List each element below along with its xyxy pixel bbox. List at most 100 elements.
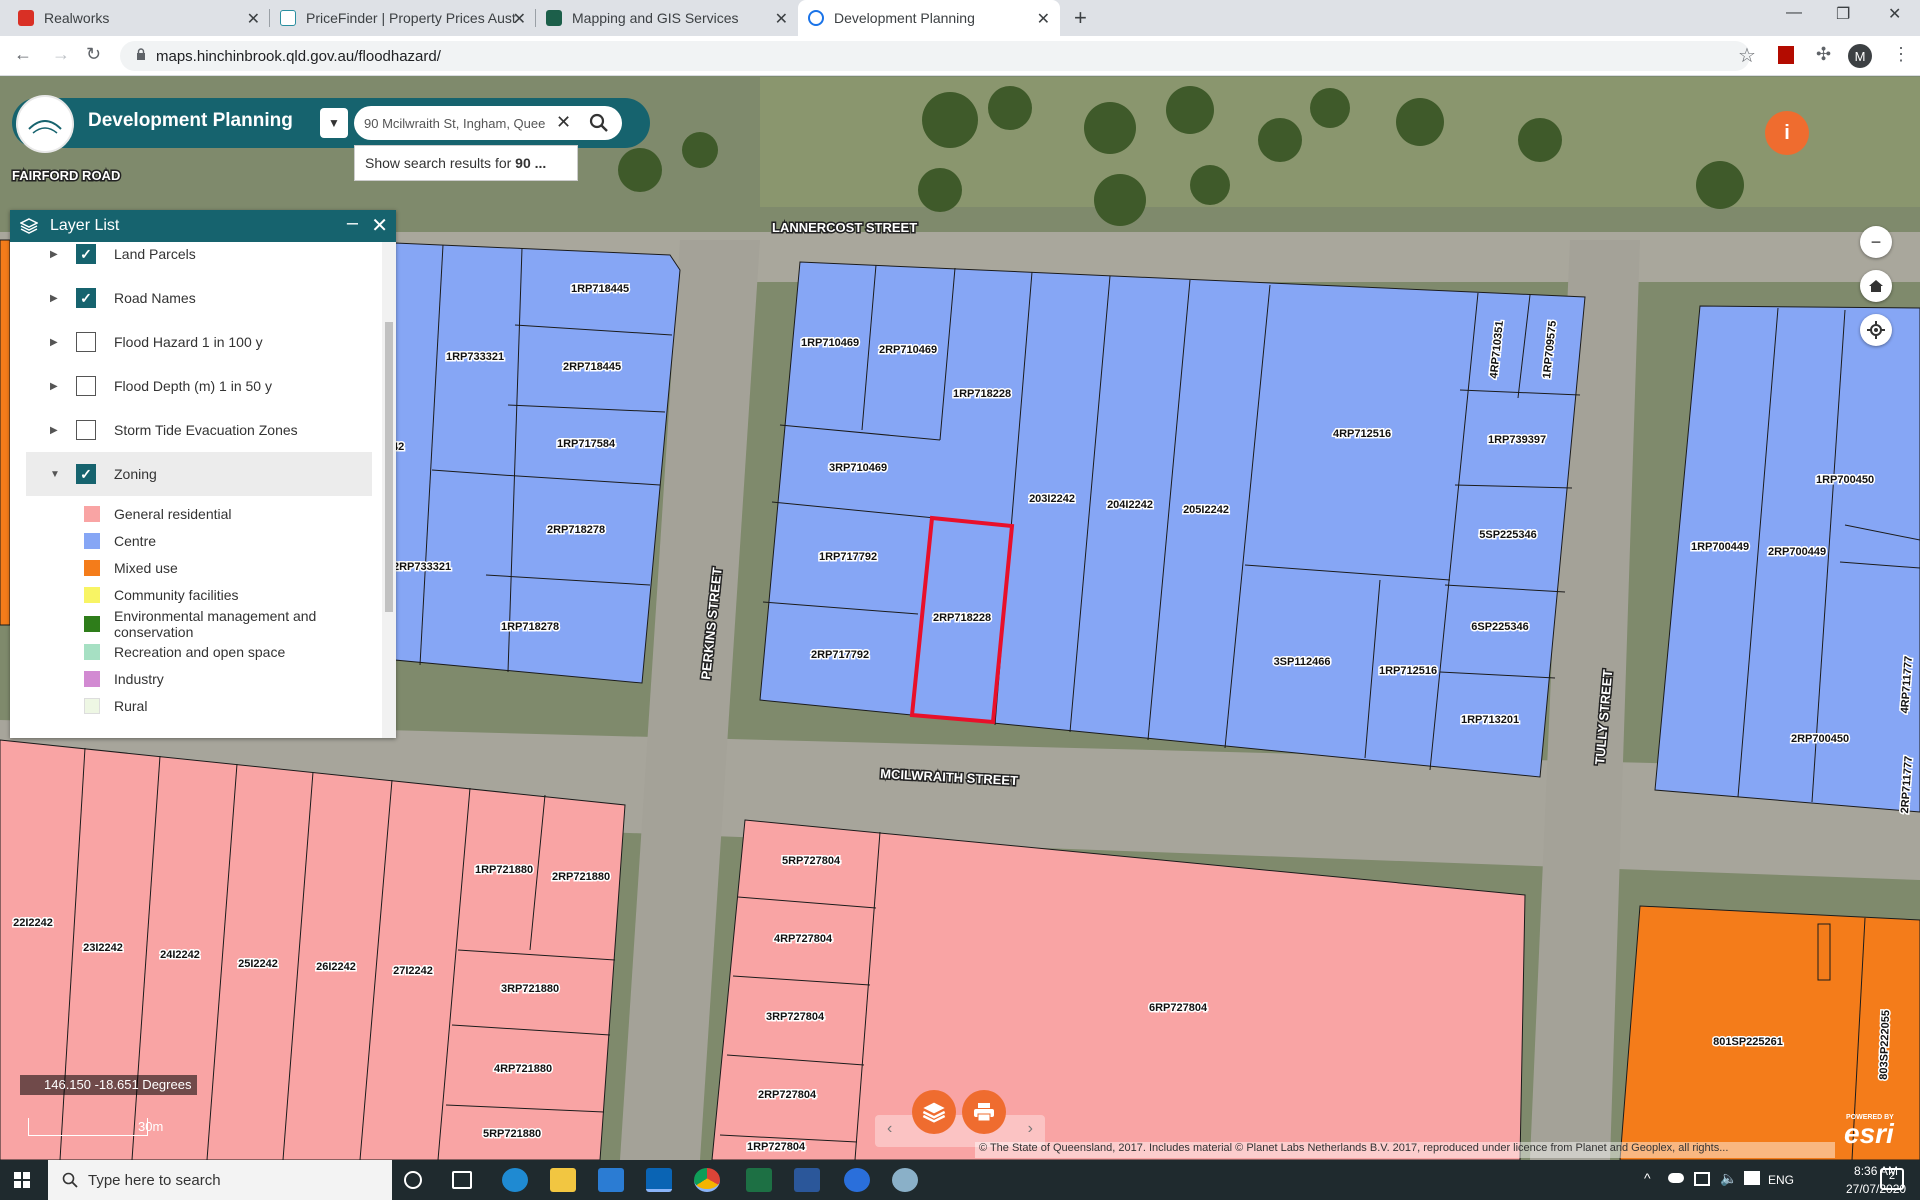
parcel-label: 803SP222055 [1878, 1010, 1892, 1080]
excel-icon[interactable] [746, 1168, 772, 1192]
layer-list-widget-button[interactable] [912, 1090, 956, 1134]
expand-caret-icon[interactable]: ▶ [50, 381, 68, 392]
profile-avatar[interactable]: M [1848, 44, 1872, 68]
cortana-icon[interactable] [404, 1171, 422, 1189]
home-button[interactable] [1860, 270, 1892, 302]
parcel-label: 203I2242 [1029, 493, 1075, 505]
parcel-label: 1RP718445 [571, 283, 629, 295]
word-icon[interactable] [794, 1168, 820, 1192]
layer-row-storm-tide[interactable]: ▶ Storm Tide Evacuation Zones [26, 408, 372, 452]
reload-button[interactable]: ↻ [86, 44, 101, 65]
suggestion-prefix: Show search results for [365, 155, 516, 171]
notification-center-icon[interactable]: 2 [1880, 1168, 1904, 1190]
dropbox-icon[interactable] [1744, 1171, 1760, 1185]
file-explorer-icon[interactable] [550, 1168, 576, 1192]
paint-icon[interactable] [892, 1168, 918, 1192]
layer-name: Flood Depth (m) 1 in 50 y [114, 378, 272, 394]
app-icon[interactable] [844, 1168, 870, 1192]
close-tab-icon[interactable]: ✕ [1037, 9, 1050, 29]
expand-caret-icon[interactable]: ▶ [50, 425, 68, 436]
back-button[interactable]: ← [14, 44, 32, 65]
parcel-label: 23I2242 [83, 942, 123, 954]
parcel-label: 205I2242 [1183, 504, 1229, 516]
expand-caret-icon[interactable]: ▶ [50, 249, 68, 260]
info-button[interactable]: i [1765, 111, 1809, 155]
layer-row-land-parcels[interactable]: ▶ ✓ Land Parcels [26, 242, 372, 276]
speaker-icon[interactable]: 🔈 [1720, 1170, 1737, 1187]
parcel-label: 1RP718278 [501, 621, 559, 633]
minimize-panel-button[interactable]: – [347, 212, 358, 235]
layer-checkbox[interactable]: ✓ [76, 244, 96, 264]
restore-window-button[interactable]: ❐ [1836, 4, 1850, 24]
tab-pricefinder[interactable]: PriceFinder | Property Prices Aust ✕ [270, 0, 536, 36]
bookmark-star-icon[interactable]: ☆ [1738, 43, 1756, 68]
locate-button[interactable] [1860, 314, 1892, 346]
minimize-window-button[interactable]: — [1786, 4, 1802, 22]
expand-caret-icon[interactable]: ▶ [50, 337, 68, 348]
zoom-out-button[interactable]: − [1860, 226, 1892, 258]
layer-list-scrollbar[interactable] [382, 242, 396, 738]
close-tab-icon[interactable]: ✕ [247, 9, 260, 29]
parcel-label: 1RP717584 [557, 438, 616, 450]
esri-powered-label: POWERED BY [1846, 1114, 1894, 1121]
tab-mapping-gis[interactable]: Mapping and GIS Services ✕ [536, 0, 798, 36]
layer-row-flood-hazard[interactable]: ▶ Flood Hazard 1 in 100 y [26, 320, 372, 364]
tab-development-planning[interactable]: Development Planning ✕ [798, 0, 1060, 36]
layer-name: Land Parcels [114, 246, 196, 262]
url-bar[interactable]: maps.hinchinbrook.qld.gov.au/floodhazard… [120, 41, 1750, 71]
taskbar-search-box[interactable]: Type here to search [48, 1160, 392, 1200]
taskbar-search-placeholder: Type here to search [88, 1171, 221, 1189]
prev-page-icon[interactable]: ‹ [887, 1120, 892, 1138]
parcel-label: 1RP721880 [475, 864, 533, 876]
collapse-caret-icon[interactable]: ▼ [50, 469, 68, 480]
search-suggestion[interactable]: Show search results for 90 ... [354, 145, 578, 181]
extensions-puzzle-icon[interactable]: ✣ [1816, 44, 1831, 65]
search-icon[interactable] [588, 112, 610, 134]
chrome-menu-icon[interactable]: ⋮ [1892, 44, 1910, 65]
coordinate-readout[interactable]: 146.150 -18.651 Degrees [20, 1075, 198, 1095]
layer-checkbox[interactable] [76, 376, 96, 396]
pdf-extension-icon[interactable] [1778, 46, 1794, 64]
edge-icon[interactable] [502, 1168, 528, 1192]
forward-button[interactable]: → [52, 44, 70, 65]
windows-start-icon[interactable] [14, 1172, 30, 1188]
outlook-icon[interactable] [646, 1168, 672, 1192]
esri-logo: POWERED BY esri [1844, 1114, 1894, 1150]
language-indicator[interactable]: ENG [1768, 1173, 1794, 1187]
council-logo [16, 95, 74, 153]
show-hidden-icons[interactable]: ^ [1644, 1170, 1651, 1186]
layer-row-flood-depth[interactable]: ▶ Flood Depth (m) 1 in 50 y [26, 364, 372, 408]
layer-checkbox[interactable]: ✓ [76, 464, 96, 484]
tab-title: PriceFinder | Property Prices Aust [306, 10, 516, 26]
search-input[interactable] [364, 113, 550, 133]
clear-search-icon[interactable]: ✕ [556, 112, 571, 133]
layer-checkbox[interactable] [76, 420, 96, 440]
layer-checkbox[interactable]: ✓ [76, 288, 96, 308]
close-tab-icon[interactable]: ✕ [775, 9, 788, 29]
network-icon[interactable] [1694, 1172, 1710, 1186]
layer-checkbox[interactable] [76, 332, 96, 352]
next-page-icon[interactable]: › [1028, 1120, 1033, 1138]
close-panel-button[interactable]: ✕ [371, 213, 388, 238]
print-widget-button[interactable] [962, 1090, 1006, 1134]
tab-realworks[interactable]: Realworks ✕ [8, 0, 270, 36]
url-text: maps.hinchinbrook.qld.gov.au/floodhazard… [156, 47, 441, 65]
new-tab-button[interactable]: + [1074, 5, 1087, 31]
layer-row-zoning[interactable]: ▼ ✓ Zoning [26, 452, 372, 496]
legend-label: Community facilities [114, 587, 239, 603]
layers-icon [20, 218, 38, 234]
onedrive-icon[interactable] [1668, 1173, 1684, 1183]
parcel-label: 2RP700449 [1768, 546, 1826, 558]
close-tab-icon[interactable]: ✕ [513, 9, 526, 29]
chrome-icon[interactable] [694, 1168, 720, 1192]
search-source-dropdown[interactable]: ▼ [320, 108, 348, 138]
expand-caret-icon[interactable]: ▶ [50, 293, 68, 304]
mail-icon[interactable] [598, 1168, 624, 1192]
scrollbar-thumb[interactable] [385, 322, 393, 612]
parcel-label: 2RP733321 [393, 561, 451, 573]
layer-list-header: Layer List – ✕ [10, 210, 396, 242]
legend-label: Recreation and open space [114, 644, 286, 660]
task-view-icon[interactable] [452, 1171, 472, 1189]
close-window-button[interactable]: ✕ [1888, 4, 1901, 24]
layer-row-road-names[interactable]: ▶ ✓ Road Names [26, 276, 372, 320]
